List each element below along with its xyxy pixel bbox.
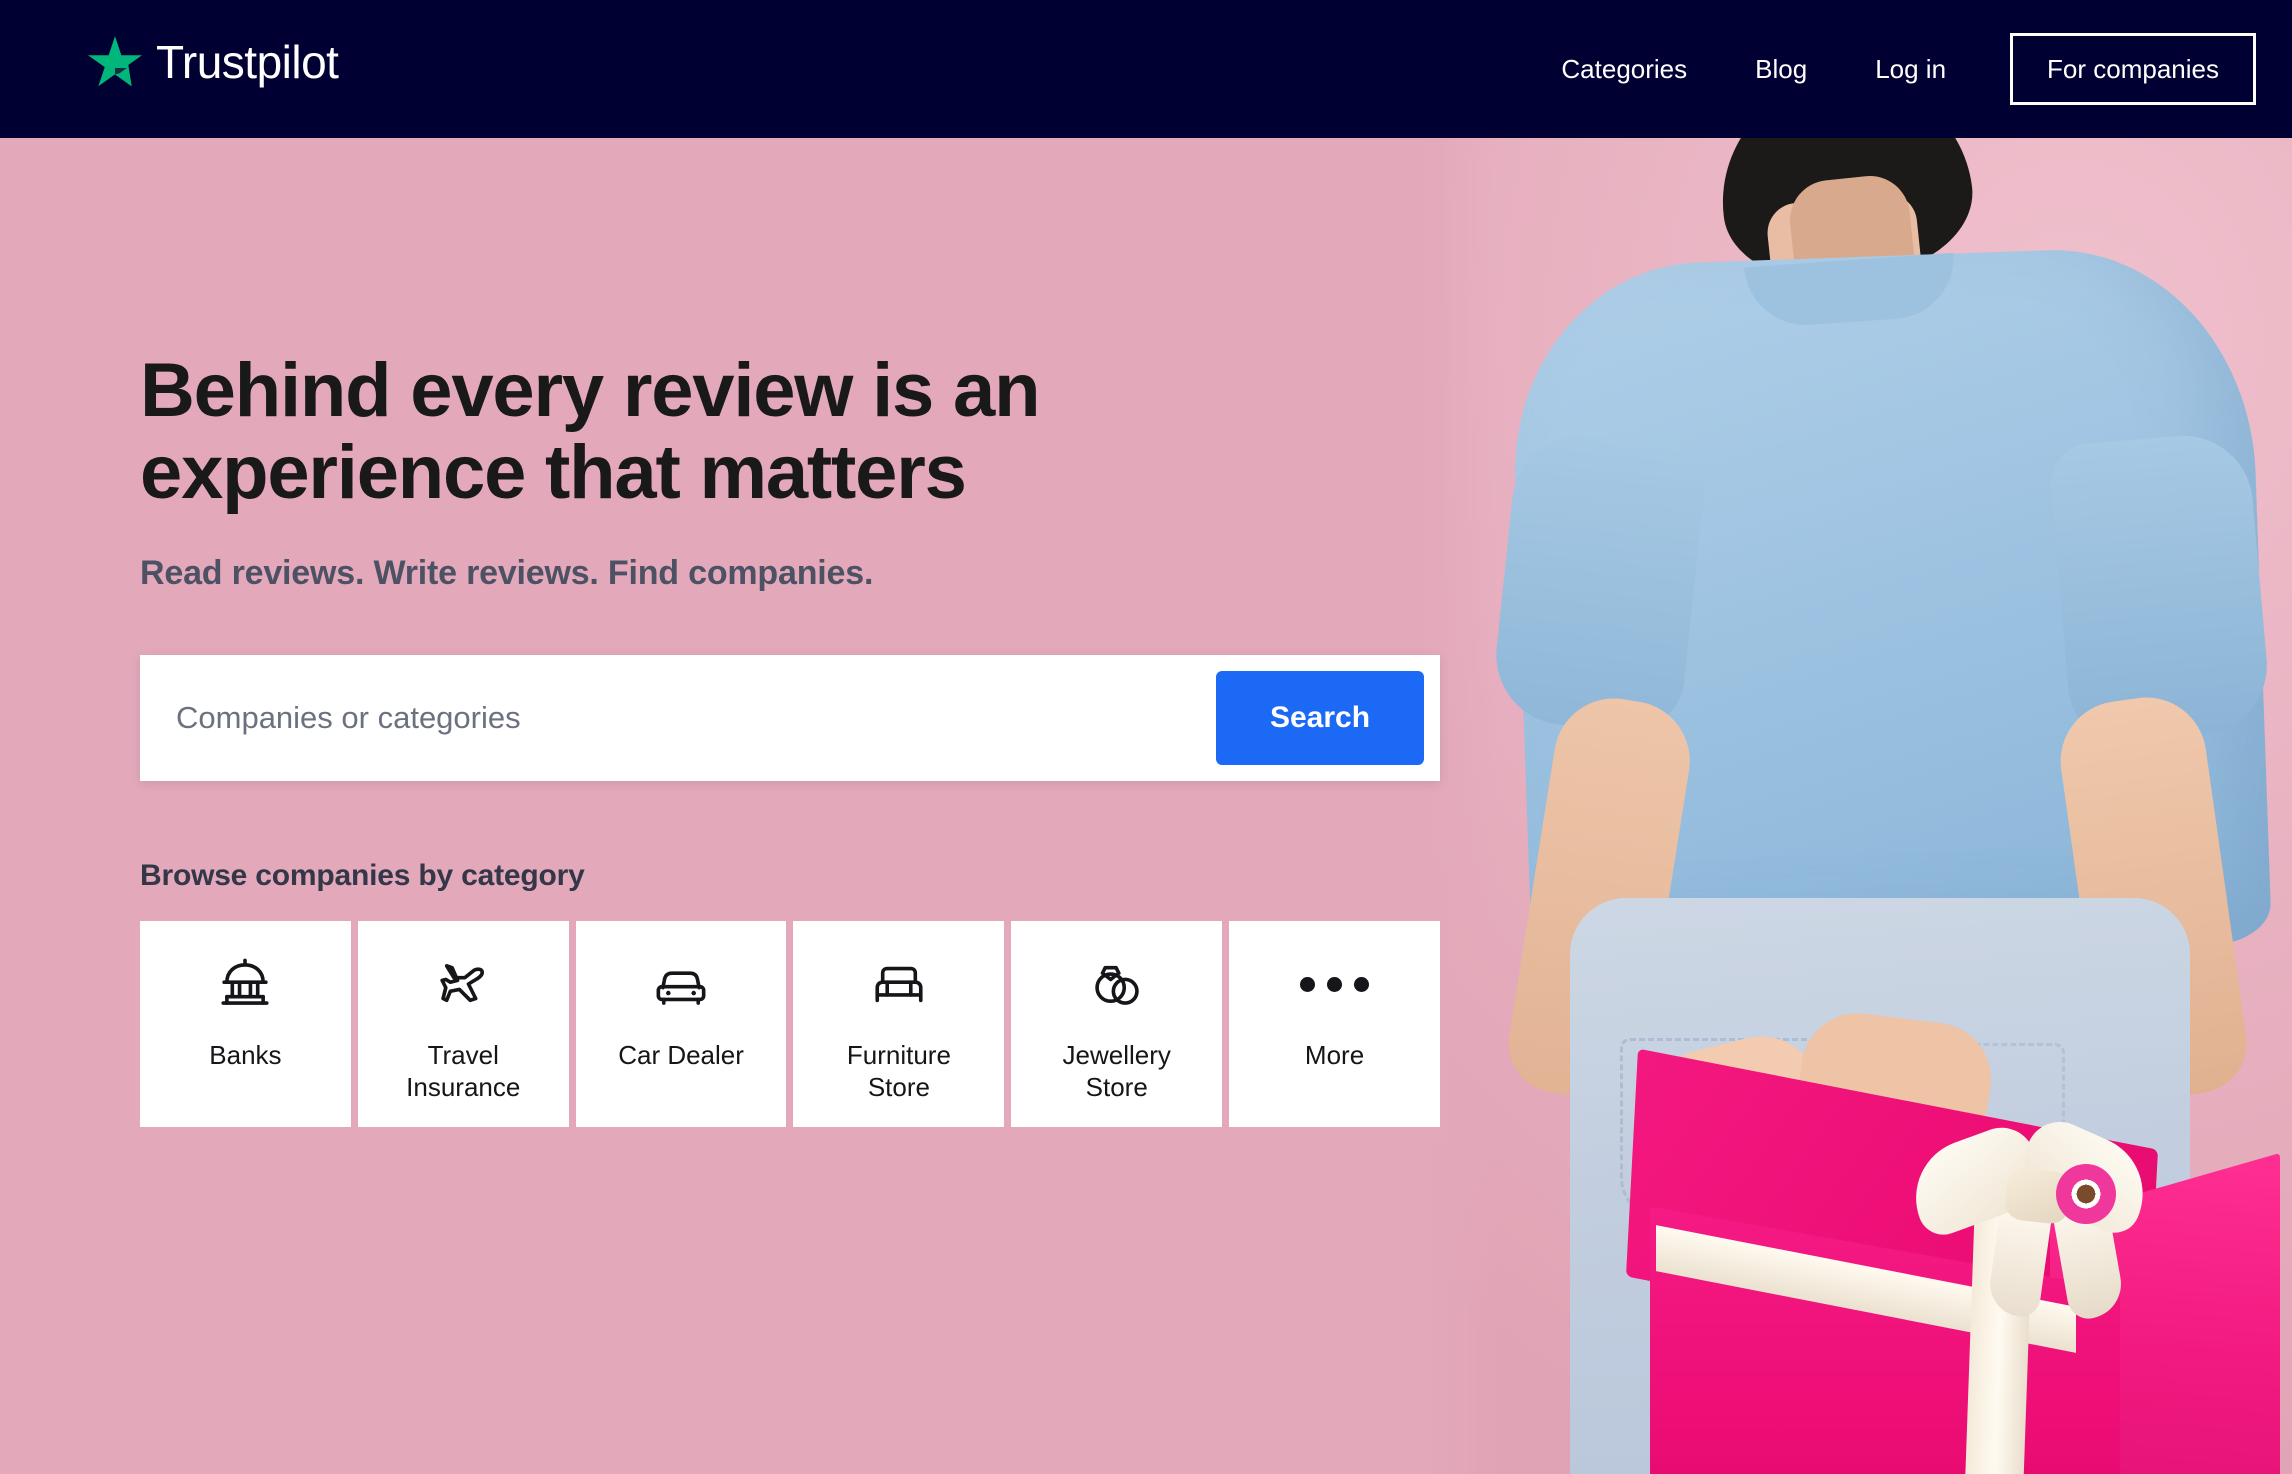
gift-box bbox=[1610, 1048, 2292, 1474]
search-input[interactable] bbox=[140, 655, 1216, 782]
category-card-label: Jewellery Store bbox=[1062, 1040, 1171, 1103]
airplane-icon bbox=[434, 955, 492, 1013]
category-card-label: Travel Insurance bbox=[406, 1040, 521, 1103]
category-card-car-dealer[interactable]: Car Dealer bbox=[575, 921, 787, 1128]
category-card-banks[interactable]: Banks bbox=[140, 921, 351, 1128]
nav-link-blog[interactable]: Blog bbox=[1721, 56, 1841, 82]
browse-by-category-title: Browse companies by category bbox=[140, 859, 585, 893]
search-bar: Search bbox=[140, 655, 1440, 782]
category-card-more[interactable]: More bbox=[1229, 921, 1440, 1128]
category-card-jewellery-store[interactable]: Jewellery Store bbox=[1011, 921, 1223, 1128]
category-card-list: Banks Travel Insurance Car Dealer Furnit… bbox=[140, 921, 1440, 1128]
gift-bow bbox=[1899, 1111, 2170, 1322]
armchair-icon bbox=[870, 955, 928, 1013]
for-companies-button[interactable]: For companies bbox=[2010, 33, 2256, 105]
rings-icon bbox=[1088, 955, 1146, 1013]
nav-link-login[interactable]: Log in bbox=[1841, 56, 1980, 82]
header-nav: Categories Blog Log in For companies bbox=[1527, 0, 2256, 138]
trustpilot-logo[interactable]: Trustpilot bbox=[88, 35, 339, 89]
nav-link-categories[interactable]: Categories bbox=[1527, 56, 1721, 82]
category-card-travel-insurance[interactable]: Travel Insurance bbox=[357, 921, 569, 1128]
hero-section: Behind every review is an experience tha… bbox=[140, 138, 1440, 1128]
category-card-label: Car Dealer bbox=[618, 1040, 744, 1071]
category-card-label: More bbox=[1304, 1040, 1365, 1071]
page-root: Trustpilot Categories Blog Log in For co… bbox=[0, 0, 2292, 1474]
hero-headline: Behind every review is an experience tha… bbox=[140, 348, 1041, 516]
hero-photo bbox=[1420, 138, 2292, 1474]
bow-flower-icon bbox=[2056, 1164, 2116, 1224]
star-icon bbox=[88, 35, 142, 89]
category-card-label: Furniture Store bbox=[846, 1040, 951, 1103]
bank-icon bbox=[216, 955, 274, 1013]
search-button[interactable]: Search bbox=[1216, 671, 1424, 766]
hero-subheadline: Read reviews. Write reviews. Find compan… bbox=[140, 554, 874, 593]
category-card-label: Banks bbox=[209, 1040, 282, 1071]
site-header: Trustpilot Categories Blog Log in For co… bbox=[0, 0, 2292, 138]
logo-text: Trustpilot bbox=[156, 36, 339, 88]
category-card-furniture-store[interactable]: Furniture Store bbox=[793, 921, 1005, 1128]
car-icon bbox=[652, 955, 710, 1013]
ellipsis-icon bbox=[1300, 955, 1370, 1013]
